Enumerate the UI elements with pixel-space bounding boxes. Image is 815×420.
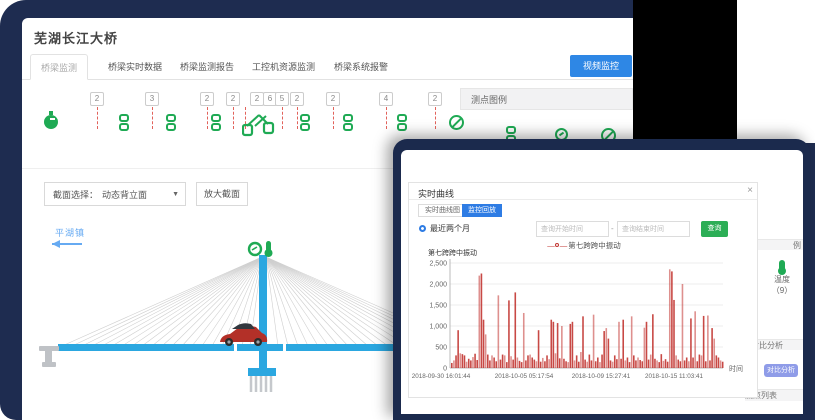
temperature-legend-item[interactable]: 温度 （9） [767,260,797,296]
sensor-dash-line [233,107,234,129]
legend-circle-icon [555,243,559,247]
section-select-label: 截面选择： [45,188,102,201]
strain-sensor-icon[interactable] [343,114,353,131]
close-icon[interactable]: × [747,185,753,196]
range-separator: - [611,224,614,233]
tab-monitor-report[interactable]: 桥梁监测报告 [170,54,244,80]
compare-analysis-button[interactable]: 对比分析 [764,364,798,377]
sensor-dash-line [97,107,98,129]
main-tabbar: 桥梁监测 桥梁实时数据 桥梁监测报告 工控机资源监测 桥梁系统报警 [22,54,633,80]
svg-text:0: 0 [443,366,447,373]
svg-text:2018-10-15 11:03:41: 2018-10-15 11:03:41 [645,373,704,380]
sensor-count-badge: 2 [90,92,104,106]
realtime-curve-dialog: 实时曲线 × 实时曲线图 监控回放 最近两个月 - 查询 —— 第七跨跨中振动 … [408,182,758,398]
legend-label: 第七跨跨中振动 [568,241,621,250]
detail-window-frame: 例 温度 （9） 对比分析 对比分析 测点列表 实时曲线 × 实时曲线图 监控回… [393,139,810,420]
start-time-input[interactable] [536,221,609,237]
tab-realtime-curve[interactable]: 实时曲线图 [418,204,467,217]
strain-sensor-icon[interactable] [211,114,221,131]
sensor-count-badge: 2 [200,92,214,106]
detail-window: 例 温度 （9） 对比分析 对比分析 测点列表 实时曲线 × 实时曲线图 监控回… [401,150,803,414]
legend-line-icon: — [560,241,567,250]
query-button[interactable]: 查询 [701,221,728,237]
bridge-tower [259,255,267,373]
tower-thermometer-icon[interactable] [265,241,273,257]
divider [409,199,757,200]
svg-text:1,000: 1,000 [429,324,447,331]
sensor-dash-line [333,107,334,129]
tab-system-alarm[interactable]: 桥梁系统报警 [324,54,398,80]
svg-text:2018-09-30 16:01:44: 2018-09-30 16:01:44 [412,373,471,380]
sensor-dash-line [152,107,153,129]
tower-base-cap [248,368,276,376]
strain-sensor-icon[interactable] [119,114,129,131]
thermometer-icon [779,260,785,273]
sensor-dash-line [386,107,387,129]
tab-bridge-monitor[interactable]: 桥梁监测 [30,54,88,80]
svg-text:1,500: 1,500 [429,303,447,310]
svg-text:2,000: 2,000 [429,282,447,289]
page-title: 芜湖长江大桥 [34,28,118,47]
svg-text:2018-10-05 05:17:54: 2018-10-05 05:17:54 [495,373,554,380]
last-two-months-label: 最近两个月 [430,223,470,234]
sensor-count-badge: 3 [145,92,159,106]
sidebar-legend-header: 例 [757,239,803,250]
last-two-months-radio[interactable] [419,225,426,232]
svg-text:2,500: 2,500 [429,261,447,268]
black-backdrop [633,0,737,141]
truss-sensor-icon[interactable] [242,111,278,137]
vibration-chart[interactable]: 2,500 2,000 1,500 1,000 500 02018-09-30 16:01… [409,255,758,397]
sensor-count-badge: 2 [290,92,304,106]
section-select-value[interactable]: 动态背立面 [102,188,172,201]
strain-sensor-icon[interactable] [300,114,310,131]
sensor-count-badge: 4 [379,92,393,106]
enlarge-section-button[interactable]: 放大截面 [196,182,248,206]
left-pier [39,346,59,367]
sensor-count-badge: 2 [250,92,264,106]
strain-sensor-icon[interactable] [166,114,176,131]
sensor-count-badge: 5 [275,92,289,106]
svg-text:500: 500 [435,345,447,352]
video-monitor-button[interactable]: 视频监控 [570,55,632,77]
stopwatch-icon[interactable] [44,111,60,131]
sensor-dash-line [207,107,208,129]
legend-panel-header: 测点图例 [460,88,633,110]
section-select-group[interactable]: 截面选择： 动态背立面 ▼ [44,182,186,206]
temperature-label: 温度 [767,274,797,285]
white-backdrop [737,0,815,143]
tab-monitor-playback[interactable]: 监控回放 [462,204,502,217]
sensor-count-badge: 2 [428,92,442,106]
no-entry-sensor-icon[interactable] [449,115,464,130]
svg-text:时间: 时间 [729,364,743,373]
legend-line-icon: — [547,241,554,250]
tab-realtime-data[interactable]: 桥梁实时数据 [98,54,172,80]
left-arrow-icon [52,240,60,248]
sensor-dash-line [297,107,298,129]
tower-piles [251,376,271,392]
compare-analysis-header: 对比分析 [751,339,803,350]
sensor-dash-line [435,107,436,129]
chevron-down-icon[interactable]: ▼ [172,191,185,198]
tab-ipc-resource[interactable]: 工控机资源监测 [242,54,325,80]
sensor-count-badge: 2 [326,92,340,106]
end-time-input[interactable] [617,221,690,237]
page-background: 芜湖长江大桥 桥梁监测 桥梁实时数据 桥梁监测报告 工控机资源监测 桥梁系统报警… [0,0,815,420]
tower-gauge-icon[interactable] [249,243,261,255]
svg-text:2018-10-09 15:27:41: 2018-10-09 15:27:41 [572,373,631,380]
sensor-count-badge: 2 [226,92,240,106]
temperature-count: （9） [767,285,797,296]
sensor-dash-line [282,107,283,129]
strain-sensor-icon[interactable] [397,114,407,131]
